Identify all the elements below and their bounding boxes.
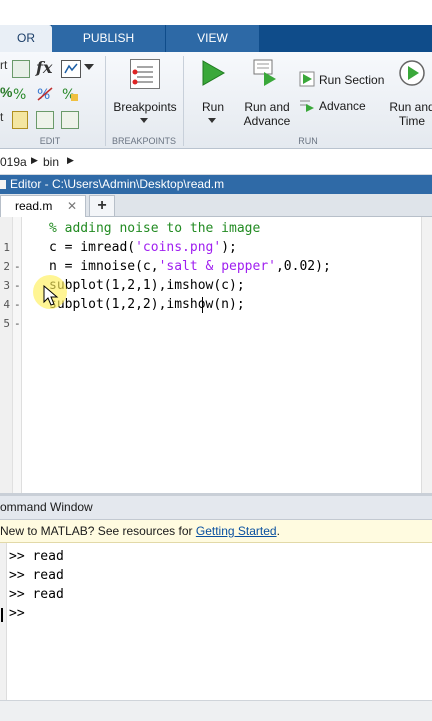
command-prompt[interactable]: >>	[9, 606, 25, 621]
breakpoint-marker[interactable]: -	[14, 260, 21, 273]
run-and-advance-button[interactable]: Run and Advance	[240, 100, 294, 128]
run-and-time-button[interactable]: Run and Time	[386, 100, 432, 128]
close-icon[interactable]: ✕	[67, 199, 77, 213]
window-top-strip	[0, 0, 432, 25]
group-label-edit: EDIT	[39, 136, 61, 146]
svg-text:%: %	[13, 87, 26, 102]
code-line-4: subplot(1,2,1),imshow(c);	[49, 278, 245, 293]
editor-grip-icon	[0, 180, 6, 189]
run-and-advance-icon[interactable]	[252, 58, 280, 86]
breadcrumb: 019a ▶ bin ▶	[0, 150, 432, 175]
run-and-time-label-2: Time	[398, 114, 426, 128]
advance-icon[interactable]	[299, 97, 315, 113]
code-line-1: % adding noise to the image	[49, 221, 261, 236]
run-icon[interactable]	[200, 60, 226, 86]
group-label-breakpoints: BREAKPOINTS	[111, 136, 176, 146]
run-section-icon[interactable]	[299, 71, 315, 87]
line-number: 1	[3, 241, 10, 254]
command-history-line: >> read	[9, 568, 64, 583]
tab-view[interactable]: VIEW	[166, 25, 259, 52]
command-window-info-bar: New to MATLAB? See resources for Getting…	[0, 520, 432, 543]
indent-icon[interactable]	[36, 111, 54, 129]
group-separator	[105, 56, 106, 146]
command-window-title: ommand Window	[0, 500, 93, 514]
tab-editor[interactable]: OR	[0, 25, 52, 52]
chevron-right-icon: ▶	[67, 155, 74, 165]
file-tab-label: read.m	[15, 199, 53, 213]
wrap-comments-icon[interactable]: %	[61, 86, 79, 103]
mouse-pointer-icon	[43, 284, 59, 307]
insert-function-icon[interactable]	[61, 60, 81, 78]
command-window[interactable]: >> read >> read >> read >>	[0, 543, 432, 700]
breakpoint-marker[interactable]: -	[14, 317, 21, 330]
breakpoints-button[interactable]: Breakpoints	[110, 100, 180, 114]
run-and-time-label-1: Run and	[389, 100, 432, 114]
info-suffix: .	[276, 524, 280, 538]
line-number: 4	[3, 298, 10, 311]
getting-started-link[interactable]: Getting Started	[196, 524, 277, 538]
code-token: c = imread(	[49, 240, 136, 255]
prompt-symbol: >>	[9, 606, 25, 621]
line-number: 3	[3, 279, 10, 292]
editor-title-bar: Editor - C:\Users\Admin\Desktop\read.m	[0, 175, 432, 194]
run-section-button[interactable]: Run Section	[319, 73, 389, 87]
code-token: );	[221, 240, 237, 255]
code-line-5: subplot(1,2,2),imshow(n);	[49, 297, 245, 312]
tab-publish[interactable]: PUBLISH	[52, 25, 165, 52]
breakpoint-marker[interactable]: -	[14, 279, 21, 292]
smart-indent-icon[interactable]	[12, 111, 28, 129]
group-label-run: RUN	[298, 136, 318, 146]
run-and-time-icon[interactable]	[398, 59, 426, 87]
breakpoint-column[interactable]: - - - -	[13, 217, 22, 493]
command-window-gutter	[0, 543, 7, 700]
code-editor[interactable]: % adding noise to the image c = imread('…	[22, 217, 420, 493]
code-line-2: c = imread('coins.png');	[49, 240, 237, 255]
string-literal: 'coins.png'	[135, 240, 222, 255]
info-message: New to MATLAB? See resources for Getting…	[0, 520, 280, 542]
breadcrumb-item[interactable]: 019a	[0, 155, 27, 169]
fx-prompt-marker	[1, 608, 3, 622]
fx-icon[interactable]: fx	[36, 58, 52, 77]
comment-icon[interactable]: %	[12, 86, 30, 103]
command-history-line: >> read	[9, 587, 64, 602]
chevron-down-icon[interactable]	[208, 118, 216, 123]
comment-percent-icon[interactable]: %	[0, 84, 12, 100]
line-number-gutter: 1 2 3 4 5	[0, 217, 13, 493]
chevron-right-icon: ▶	[31, 155, 38, 165]
editor-scrollbar[interactable]	[421, 217, 432, 493]
line-number: 5	[3, 317, 10, 330]
chevron-down-icon[interactable]	[140, 118, 148, 123]
chevron-down-icon[interactable]	[84, 64, 94, 70]
outdent-icon[interactable]	[61, 111, 79, 129]
text-cursor	[202, 297, 203, 313]
code-token: ,0.02);	[275, 259, 331, 274]
run-and-advance-label-1: Run and	[244, 100, 290, 114]
breadcrumb-item[interactable]: bin	[43, 155, 59, 169]
breakpoint-marker[interactable]: -	[14, 298, 21, 311]
advance-button[interactable]: Advance	[319, 99, 379, 113]
breakpoints-icon[interactable]	[130, 59, 160, 89]
file-tab[interactable]: read.m ✕	[0, 195, 86, 217]
group-separator	[183, 56, 184, 146]
editor-title: Editor - C:\Users\Admin\Desktop\read.m	[10, 177, 225, 191]
code-token: n = imnoise(c,	[49, 259, 159, 274]
add-tab-button[interactable]: +	[89, 195, 115, 217]
edit-comment-label: rt	[0, 58, 8, 72]
command-history-line: >> read	[9, 549, 64, 564]
command-window-title-bar: ommand Window	[0, 496, 432, 520]
run-and-advance-label-2: Advance	[243, 114, 291, 128]
uncomment-icon[interactable]: %	[36, 86, 54, 103]
edit-indent-label: t	[0, 110, 4, 124]
code-line-3: n = imnoise(c,'salt & pepper',0.02);	[49, 259, 331, 274]
status-bar	[0, 700, 432, 721]
string-literal: 'salt & pepper'	[158, 259, 276, 274]
info-text: New to MATLAB? See resources for	[0, 524, 196, 538]
line-number: 2	[3, 260, 10, 273]
run-button[interactable]: Run	[193, 100, 233, 114]
insert-section-icon[interactable]	[12, 60, 30, 78]
